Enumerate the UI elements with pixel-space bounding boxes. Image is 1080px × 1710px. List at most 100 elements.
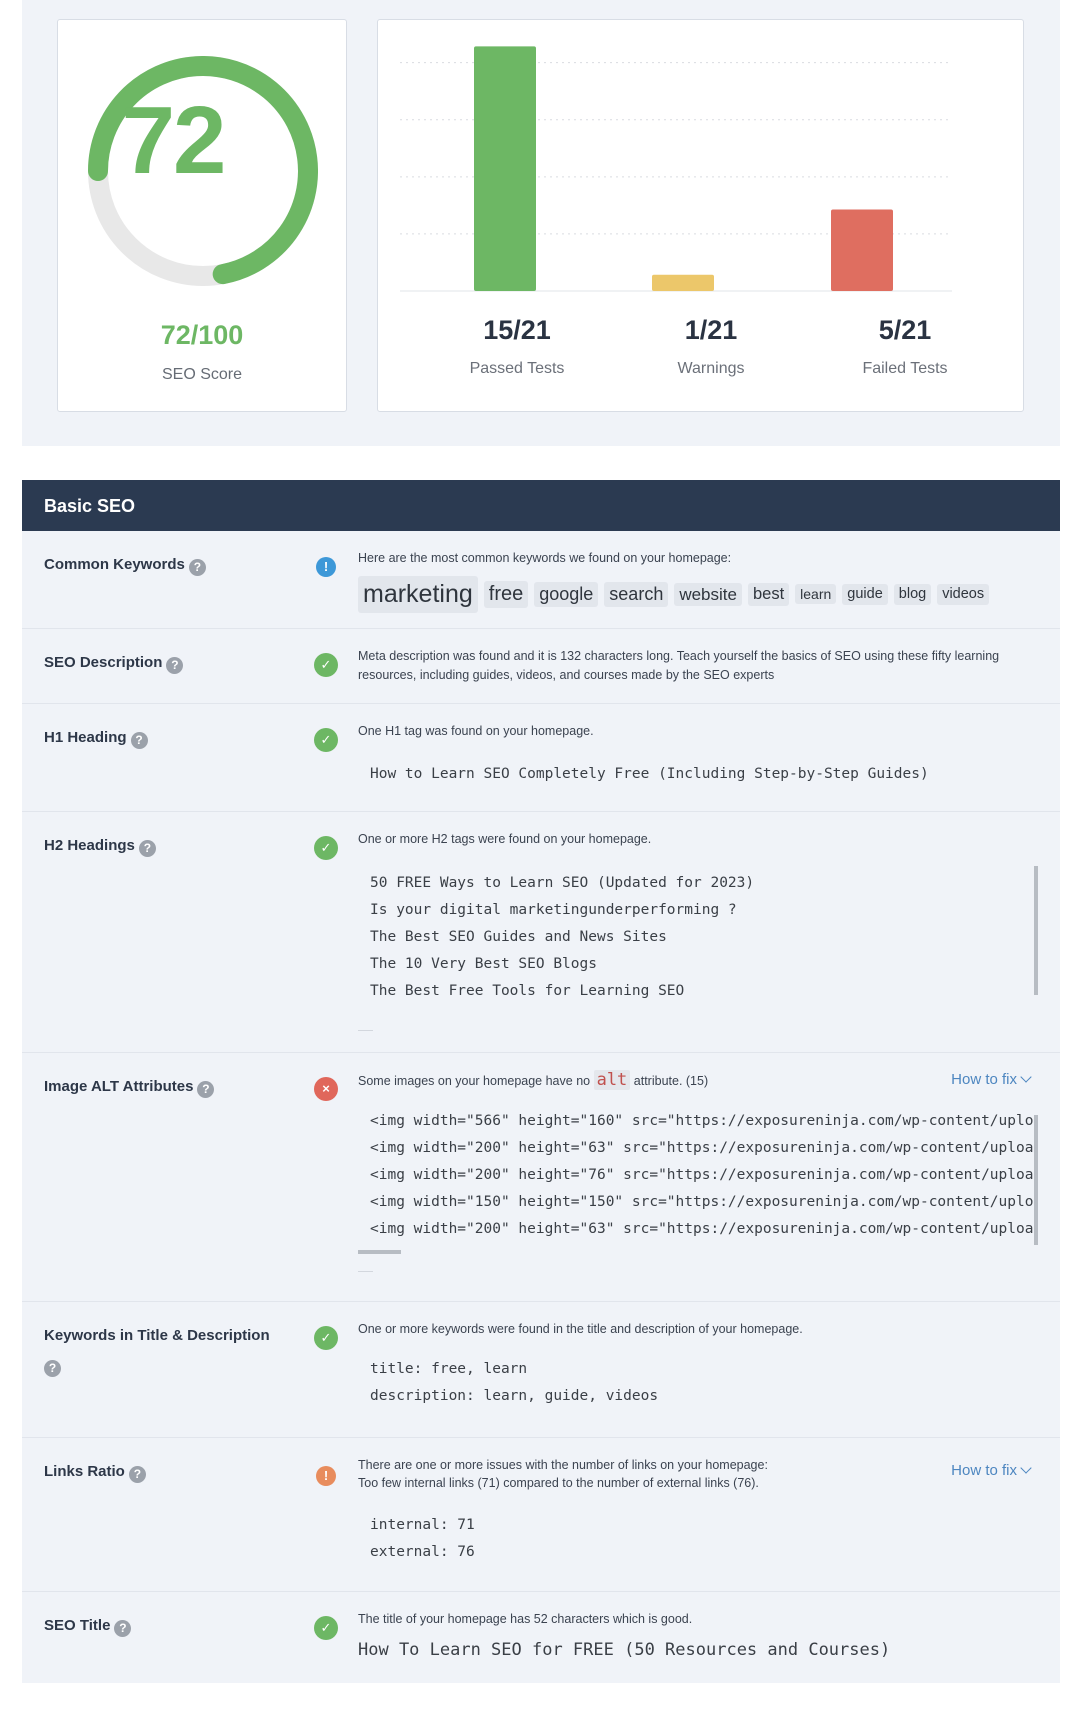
keyword-tag: best [747, 582, 790, 606]
keyword-tag: search [604, 582, 669, 607]
keyword-tag: google [534, 582, 599, 607]
stat-warnings-label: Warnings [677, 360, 745, 377]
stat-failed: 5/21 Failed Tests [815, 315, 995, 378]
row-message: One H1 tag was found on your homepage. [358, 724, 594, 738]
how-to-fix-label: How to fix [951, 1462, 1017, 1479]
score-number: 72 [121, 87, 227, 194]
row-title: Image ALT Attributes? [44, 1077, 215, 1098]
row-title: Keywords in Title & Description? [44, 1326, 270, 1377]
keyword-tag: videos [937, 584, 990, 605]
row-title: SEO Title? [44, 1616, 132, 1637]
row-title-text: SEO Description [44, 654, 163, 671]
code-line: 50 FREE Ways to Learn SEO (Updated for 2… [370, 875, 755, 891]
divider [358, 1030, 373, 1031]
help-icon[interactable]: ? [166, 657, 184, 674]
row-message: Meta description was found and it is 132… [358, 649, 1000, 682]
row-title-text: Image ALT Attributes [44, 1078, 194, 1095]
row-content: The title of your homepage has 52 charac… [358, 1610, 1040, 1665]
row-title-text: Common Keywords [44, 556, 185, 573]
message-line: Too few internal links (71) compared to … [358, 1476, 759, 1490]
keyword-tag: learn [795, 584, 837, 605]
row-title-text: H2 Headings [44, 837, 135, 854]
stat-failed-label: Failed Tests [862, 360, 948, 377]
row-title: H1 Heading? [44, 728, 148, 749]
check-row-seo-description: SEO Description? ✓ Meta description was … [22, 629, 1060, 704]
code-line: internal: 71 [370, 1517, 475, 1533]
row-title: H2 Headings? [44, 836, 156, 857]
help-icon[interactable]: ? [130, 732, 148, 749]
score-label: SEO Score [161, 366, 243, 383]
help-icon[interactable]: ? [44, 1360, 61, 1377]
code-line: title: free, learn [370, 1361, 528, 1377]
code-block: title: free, learn description: learn, g… [358, 1356, 1040, 1410]
check-icon: ✓ [314, 836, 338, 860]
keyword-list: marketing free google search website best lear… [358, 576, 1040, 613]
horizontal-scrollbar[interactable] [358, 1250, 401, 1254]
row-content: Some images on your homepage have no alt… [358, 1070, 1040, 1243]
code-line: The Best Free Tools for Learning SEO [370, 983, 685, 999]
how-to-fix-label: How to fix [951, 1071, 1017, 1088]
score-value: 72/100 [160, 320, 244, 350]
row-content: One H1 tag was found on your homepage. H… [358, 722, 1040, 788]
code-line: How to Learn SEO Completely Free (Includ… [370, 766, 929, 782]
check-row-seo-title: SEO Title? ✓ The title of your homepage … [22, 1592, 1060, 1683]
row-message: Some images on your homepage have no alt… [358, 1070, 1040, 1091]
row-message: One or more keywords were found in the t… [358, 1322, 803, 1336]
alt-code-tag: alt [593, 1070, 631, 1090]
fail-icon: × [314, 1077, 338, 1101]
row-title-text: H1 Heading [44, 729, 127, 746]
row-content: Here are the most common keywords we fou… [358, 549, 1040, 613]
help-icon[interactable]: ? [188, 559, 206, 576]
check-row-links-ratio: Links Ratio? ! There are one or more iss… [22, 1438, 1060, 1592]
code-line: <img width="150" height="150" src="https… [370, 1194, 1034, 1210]
row-title-text: Keywords in Title & Description [44, 1327, 270, 1344]
how-to-fix-link[interactable]: How to fix [951, 1462, 1032, 1479]
code-line: <img width="566" height="160" src="https… [370, 1113, 1034, 1129]
keyword-tag: website [674, 582, 742, 607]
check-icon: ✓ [314, 1616, 338, 1640]
basic-seo-section: Basic SEO Common Keywords? ! Here are th… [22, 480, 1060, 1683]
help-icon[interactable]: ? [128, 1466, 146, 1483]
row-title-text: SEO Title [44, 1617, 111, 1634]
stat-passed-value: 15/21 [483, 315, 551, 345]
vertical-scrollbar[interactable] [1034, 1115, 1038, 1245]
check-icon: ✓ [314, 1326, 338, 1350]
keyword-tag: blog [893, 584, 932, 605]
code-line: <img width="200" height="76" src="https:… [370, 1167, 1034, 1183]
check-row-common-keywords: Common Keywords? ! Here are the most com… [22, 531, 1060, 629]
summary-panel: 72 72/100 SEO Score 15/21 Passed Tests 1… [22, 0, 1060, 446]
row-title: Links Ratio? [44, 1462, 146, 1483]
row-title: Common Keywords? [44, 555, 206, 576]
vertical-scrollbar[interactable] [1034, 866, 1038, 995]
row-message: Here are the most common keywords we fou… [358, 551, 732, 565]
code-line: The 10 Very Best SEO Blogs [370, 956, 597, 972]
stat-failed-value: 5/21 [878, 315, 932, 345]
row-content: There are one or more issues with the nu… [358, 1456, 1040, 1566]
bar-passed [474, 46, 536, 291]
row-title-text: Links Ratio [44, 1463, 125, 1480]
help-icon[interactable]: ? [197, 1081, 215, 1098]
how-to-fix-link[interactable]: How to fix [951, 1071, 1032, 1088]
check-row-image-alt: Image ALT Attributes? × Some images on y… [22, 1053, 1060, 1302]
divider [358, 1271, 373, 1272]
keyword-tag: free [483, 580, 529, 608]
warning-icon: ! [316, 1466, 336, 1486]
code-line: <img width="200" height="63" src="https:… [370, 1140, 1034, 1156]
bar-warnings [652, 274, 714, 291]
check-row-h2-headings: H2 Headings? ✓ One or more H2 tags were … [22, 812, 1060, 1053]
row-title: SEO Description? [44, 653, 184, 674]
code-block: 50 FREE Ways to Learn SEO (Updated for 2… [358, 870, 1040, 1005]
row-message: One or more H2 tags were found on your h… [358, 832, 652, 846]
check-row-keywords-title-description: Keywords in Title & Description? ✓ One o… [22, 1302, 1060, 1438]
row-message: There are one or more issues with the nu… [358, 1456, 1040, 1492]
help-icon[interactable]: ? [138, 840, 156, 857]
stat-warnings-value: 1/21 [684, 315, 738, 345]
bar-failed [831, 209, 893, 291]
seo-title-value: How To Learn SEO for FREE (50 Resources … [358, 1640, 891, 1660]
message-line: There are one or more issues with the nu… [358, 1458, 768, 1472]
keyword-tag: marketing [358, 576, 478, 613]
test-results-chart [400, 46, 952, 292]
row-message: The title of your homepage has 52 charac… [358, 1612, 693, 1626]
code-block: internal: 71 external: 76 [358, 1512, 1040, 1566]
help-icon[interactable]: ? [114, 1620, 132, 1637]
